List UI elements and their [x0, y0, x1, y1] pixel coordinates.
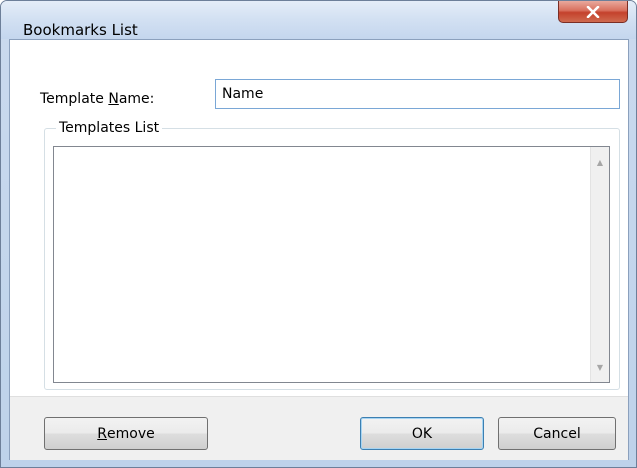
close-icon — [586, 5, 600, 18]
template-name-input[interactable] — [215, 79, 620, 109]
templates-listbox[interactable]: ▲ ▼ — [53, 146, 610, 383]
vertical-scrollbar[interactable]: ▲ ▼ — [590, 147, 609, 382]
dialog-window: Bookmarks List Template Name: Templates … — [0, 0, 637, 468]
remove-button[interactable]: Remove — [44, 417, 208, 450]
dialog-client-area: Template Name: Templates List ▲ ▼ Remove… — [9, 39, 629, 460]
window-title: Bookmarks List — [23, 21, 138, 39]
scroll-down-arrow-icon[interactable]: ▼ — [591, 358, 609, 376]
ok-button[interactable]: OK — [360, 417, 484, 450]
scroll-up-arrow-icon[interactable]: ▲ — [591, 153, 609, 171]
templates-list-legend: Templates List — [56, 120, 163, 136]
cancel-button[interactable]: Cancel — [498, 417, 616, 450]
title-bar[interactable]: Bookmarks List — [1, 1, 636, 39]
template-name-label: Template Name: — [40, 91, 155, 107]
close-button[interactable] — [558, 1, 628, 23]
